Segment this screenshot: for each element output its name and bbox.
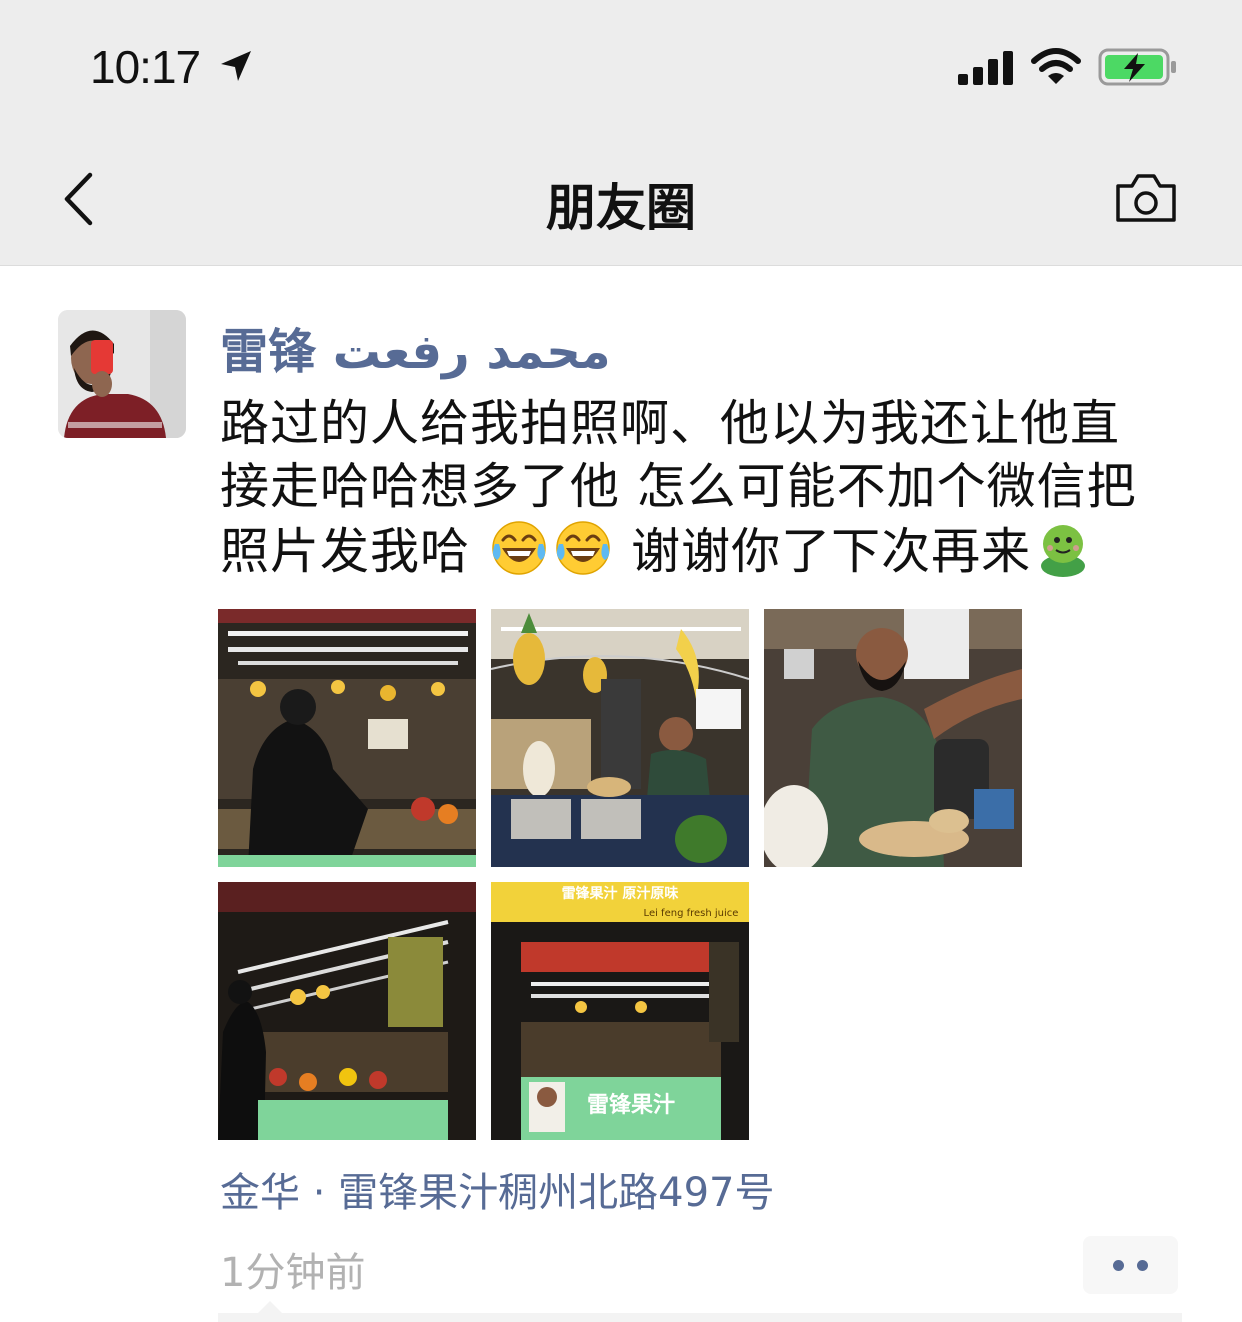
post-photo-2[interactable]	[491, 609, 749, 867]
green-frog-emoji-icon	[1041, 525, 1086, 577]
post-photo-image: 雷锋果汁 原汁原味 Lei feng fresh juice 雷锋果汁	[491, 882, 749, 1140]
post-photo-3[interactable]	[764, 609, 1022, 867]
wifi-icon	[1031, 48, 1081, 84]
camera-icon[interactable]	[1115, 172, 1177, 224]
cellular-signal-icon	[958, 51, 1013, 85]
shop-sign-green-text: 雷锋果汁	[587, 1092, 675, 1118]
shop-sign-subtext: Lei feng fresh juice	[644, 908, 739, 919]
post-photo-5[interactable]: 雷锋果汁 原汁原味 Lei feng fresh juice 雷锋果汁	[491, 882, 749, 1140]
avatar[interactable]	[58, 310, 186, 438]
post-photo-image	[491, 609, 749, 867]
post-text-line: 接走哈哈想多了他 怎么可能不加个微信把	[220, 458, 1137, 515]
post-text: 路过的人给我拍照啊、他以为我还让他直 接走哈哈想多了他 怎么可能不加个微信把 照…	[220, 392, 1195, 583]
post-text-line: 路过的人给我拍照啊、他以为我还让他直	[220, 395, 1121, 452]
post-text-segment: 谢谢你了下次再来	[631, 523, 1032, 580]
more-actions-button[interactable]	[1083, 1236, 1178, 1294]
post-photo-4[interactable]	[218, 882, 476, 1140]
post-username[interactable]: 雷锋 محمد رفعت	[220, 312, 611, 382]
tears-of-joy-emoji-icon	[555, 521, 610, 575]
location-arrow-icon	[221, 51, 251, 81]
avatar-photo	[58, 310, 186, 438]
post-photo-1[interactable]	[218, 609, 476, 867]
comment-area	[218, 1313, 1182, 1322]
comment-area-caret	[258, 1301, 282, 1313]
status-time: 10:17	[90, 41, 201, 93]
post-text-line: 照片发我哈 谢谢你了下次再来	[220, 518, 1195, 583]
post-photo-image	[218, 882, 476, 1140]
more-dot-icon	[1113, 1260, 1124, 1271]
post-timestamp: 1分钟前	[220, 1250, 366, 1296]
battery-charging-icon	[1098, 48, 1176, 86]
shop-sign-text: 雷锋果汁 原汁原味	[562, 885, 679, 902]
tears-of-joy-emoji-icon	[491, 521, 546, 575]
page-title: 朋友圈	[546, 179, 696, 237]
post-photo-image	[764, 609, 1022, 867]
post-location[interactable]: 金华 · 雷锋果汁稠州北路497号	[220, 1160, 775, 1218]
post-photo-image	[218, 609, 476, 867]
post-text-segment: 照片发我哈	[220, 523, 471, 580]
more-dot-icon	[1137, 1260, 1148, 1271]
